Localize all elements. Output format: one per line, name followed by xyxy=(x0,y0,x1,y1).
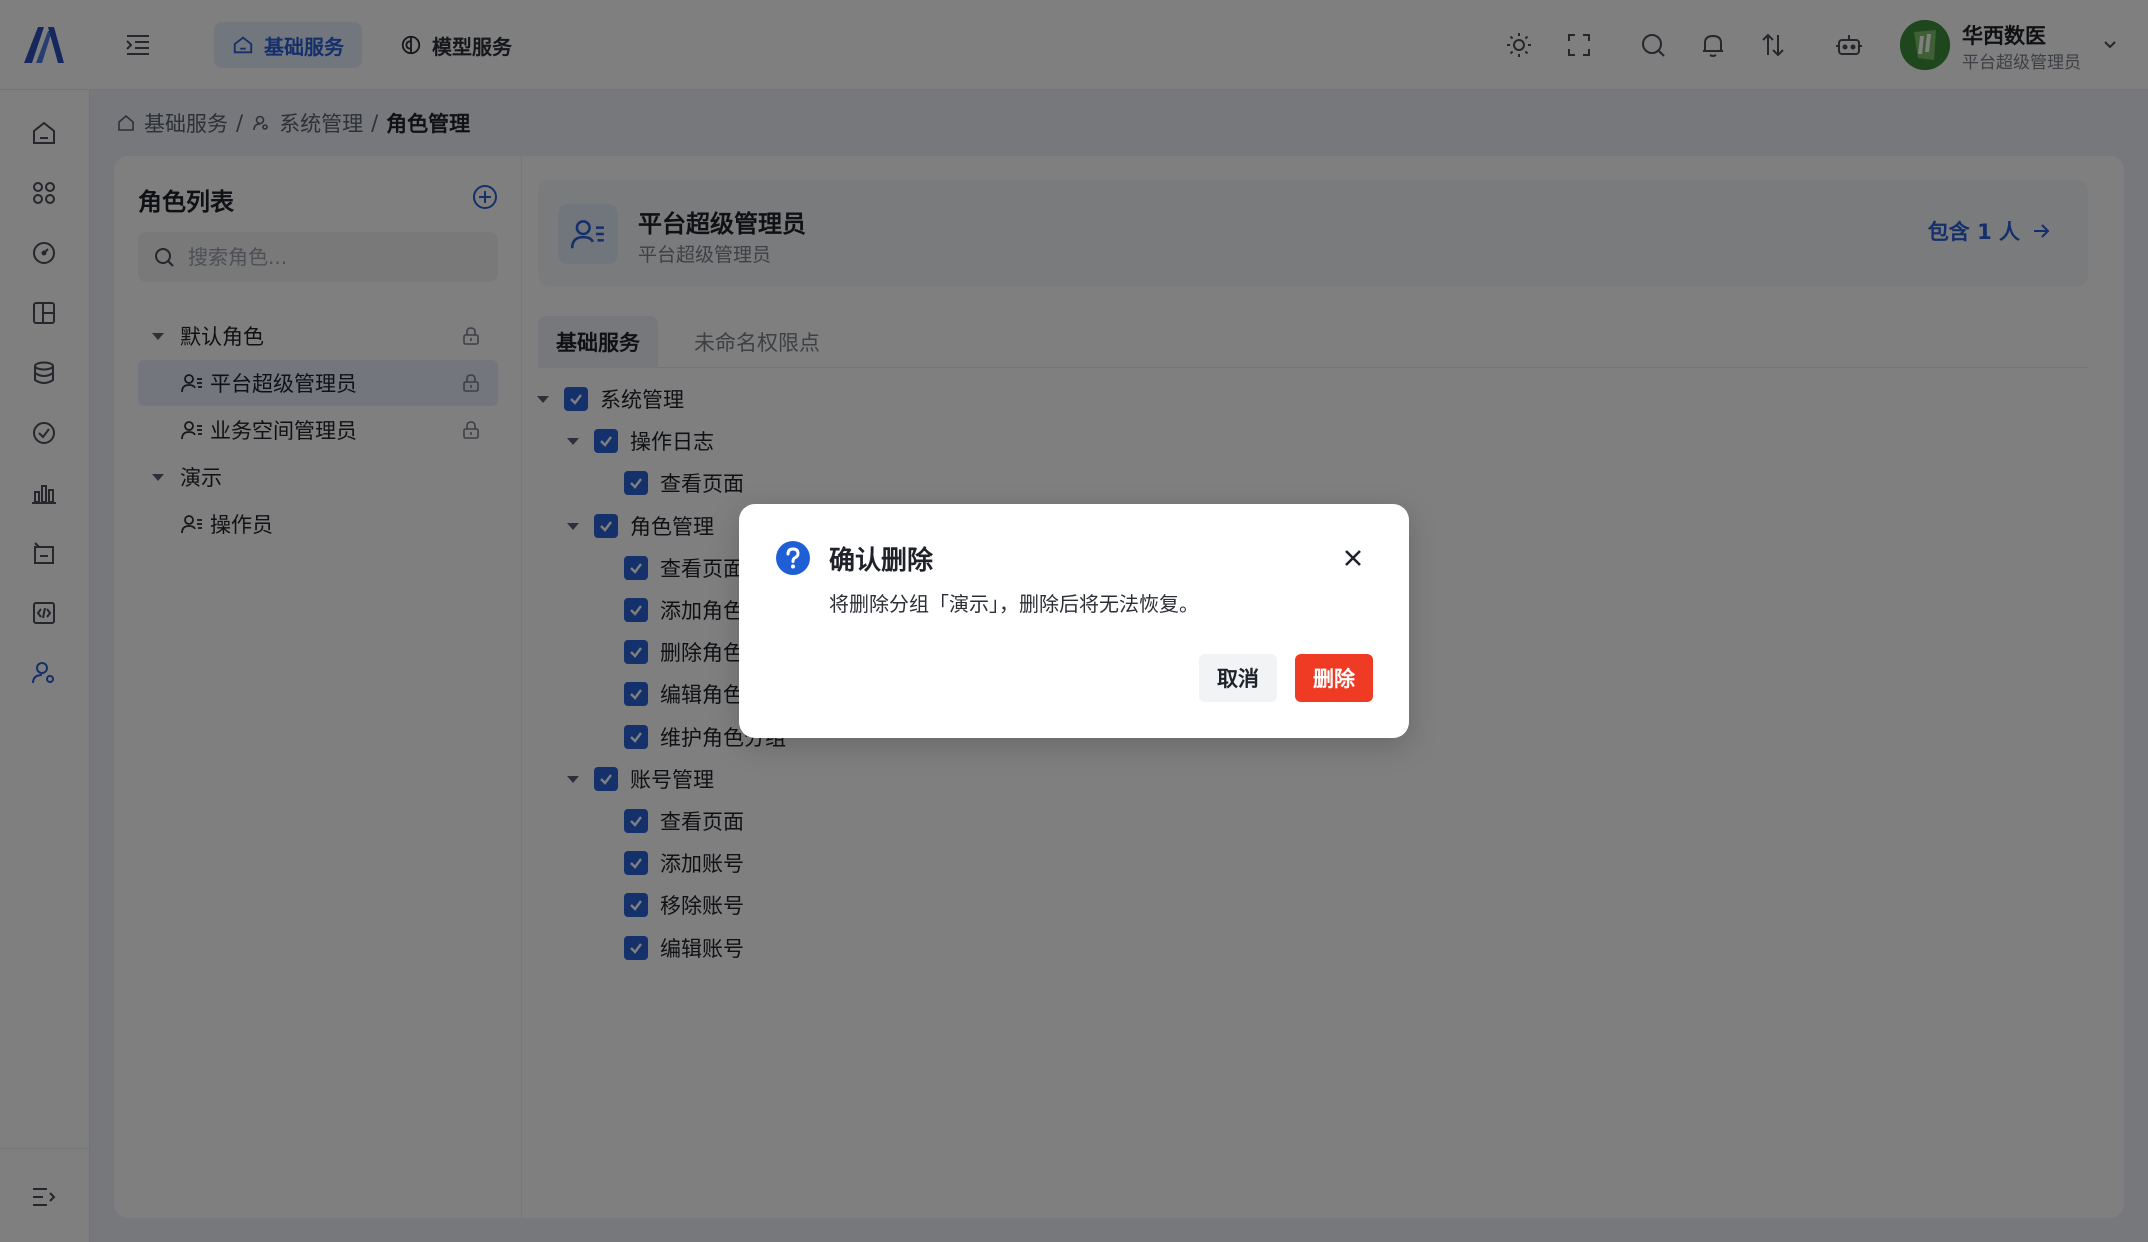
question-circle-icon xyxy=(776,541,810,575)
cancel-button[interactable]: 取消 xyxy=(1199,654,1277,702)
delete-button[interactable]: 删除 xyxy=(1295,654,1373,702)
dialog-title: 确认删除 xyxy=(829,546,934,576)
confirm-delete-dialog: 确认删除 将删除分组「演示」，删除后将无法恢复。 取消 删除 xyxy=(739,504,1409,738)
close-icon[interactable] xyxy=(1339,544,1367,572)
dialog-message: 将删除分组「演示」，删除后将无法恢复。 xyxy=(829,592,1199,616)
